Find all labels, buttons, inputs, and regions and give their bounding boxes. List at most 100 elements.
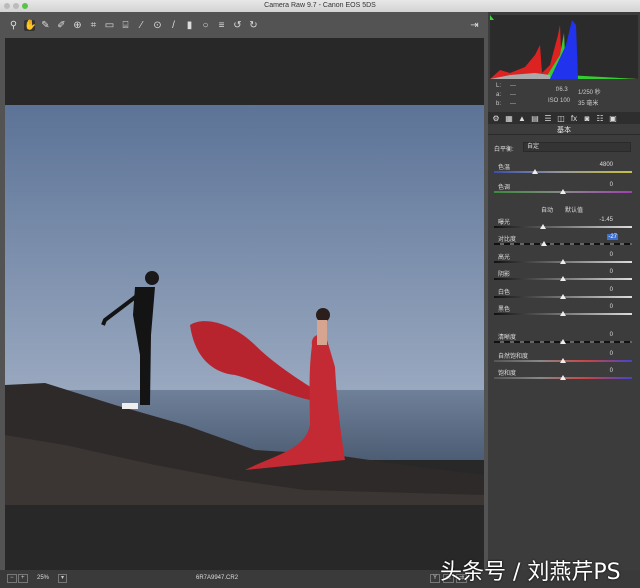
slider-value-input[interactable]: 0	[610, 368, 613, 374]
slider-10: 饱和度 0	[488, 368, 640, 386]
color-sampler-icon[interactable]: ✐	[56, 20, 67, 31]
slider-thumb[interactable]	[560, 294, 566, 299]
white-balance-select[interactable]: 自定	[523, 142, 631, 152]
graduated-filter-icon[interactable]: ▮	[184, 20, 195, 31]
man-head	[145, 271, 159, 285]
slider-2: 曝光 -1.45	[488, 217, 640, 235]
panel-tab-3[interactable]: ▤	[530, 114, 540, 123]
zoom-level[interactable]: 25%	[37, 575, 49, 581]
slider-label: 黑色	[498, 307, 511, 313]
straighten-tool-icon[interactable]: ▭	[104, 20, 115, 31]
slider-label: 自然饱和度	[498, 354, 529, 360]
window-title: Camera Raw 9.7 - Canon EOS 5DS	[264, 2, 376, 9]
slider-thumb[interactable]	[560, 358, 566, 363]
slider-thumb[interactable]	[539, 224, 546, 229]
panel-tabs: ⚙ ▦ ▲ ▤ ☰ ◫ fx ◙ ☷ ▣	[488, 112, 640, 124]
red-eye-icon[interactable]: ⊙	[152, 20, 163, 31]
toolbar: ⚲ ✋ ✎ ✐ ⊕ ⌗ ▭ ⌸ ⁄ ⊙ / ▮ ○ ≡ ↺ ↻ ⇥	[0, 12, 488, 38]
adjustment-brush-icon[interactable]: /	[168, 20, 179, 31]
filename: 6R7A9947.CR2	[196, 575, 239, 581]
slider-track[interactable]	[494, 226, 632, 228]
slider-thumb[interactable]	[560, 276, 566, 281]
slider-label: 高光	[498, 255, 511, 261]
slider-thumb[interactable]	[560, 339, 566, 344]
close-button[interactable]	[4, 3, 10, 9]
zoom-out-button[interactable]: −	[7, 574, 17, 583]
right-panel: L: --- a: --- b: --- f/6.3 1/250 秒 ISO 100 35…	[488, 12, 640, 570]
slider-thumb[interactable]	[560, 375, 566, 380]
title-bar: Camera Raw 9.7 - Canon EOS 5DS	[0, 0, 640, 12]
slider-0: 色温 4800	[488, 162, 640, 180]
slider-5: 阴影 0	[488, 269, 640, 287]
slider-4: 高光 0	[488, 252, 640, 270]
slider-1: 色调 0	[488, 182, 640, 200]
panel-tab-0[interactable]: ⚙	[491, 114, 501, 123]
info-readout: L: --- a: --- b: --- f/6.3 1/250 秒 ISO 100 35…	[496, 83, 601, 107]
slider-value-input[interactable]: 0	[610, 269, 613, 275]
panel-tab-4[interactable]: ☰	[543, 114, 553, 123]
minimize-button[interactable]	[13, 3, 19, 9]
slider-value-input[interactable]: 0	[610, 304, 613, 310]
panel-tab-6[interactable]: fx	[569, 114, 579, 123]
slider-label: 阴影	[498, 272, 511, 278]
zoom-button[interactable]	[22, 3, 28, 9]
slider-label: 色温	[498, 165, 511, 171]
section-title: 基本	[488, 125, 640, 135]
slider-label: 色调	[498, 185, 511, 191]
image-preview[interactable]	[5, 38, 484, 570]
auto-button[interactable]: 自动	[541, 205, 553, 214]
radial-filter-icon[interactable]: ○	[200, 20, 211, 31]
slider-9: 自然饱和度 0	[488, 351, 640, 369]
white-balance-label: 白平衡:	[494, 147, 514, 153]
slider-thumb[interactable]	[532, 169, 539, 174]
panel-tab-8[interactable]: ☷	[595, 114, 605, 123]
slider-label: 饱和度	[498, 371, 517, 377]
woman-head	[316, 308, 330, 322]
default-button[interactable]: 默认值	[565, 205, 583, 214]
zoom-dropdown[interactable]: ▾	[58, 574, 68, 583]
slider-label: 清晰度	[498, 335, 517, 341]
histogram	[490, 15, 638, 79]
spot-removal-icon[interactable]: ⁄	[136, 20, 147, 31]
crop-tool-icon[interactable]: ⌗	[88, 20, 99, 31]
hand-tool-icon[interactable]: ✋	[24, 19, 36, 31]
slider-value-input[interactable]: 0	[610, 287, 613, 293]
zoom-tool-icon[interactable]: ⚲	[8, 20, 19, 31]
slider-label: 曝光	[498, 220, 511, 226]
slider-value-input[interactable]: 0	[610, 351, 613, 357]
panel-tab-1[interactable]: ▦	[504, 114, 514, 123]
slider-thumb[interactable]	[560, 259, 566, 264]
slider-value-input[interactable]: -27	[607, 234, 618, 240]
slider-label: 对比度	[498, 237, 517, 243]
shadow-clip-icon	[490, 15, 494, 20]
slider-track[interactable]	[494, 171, 632, 173]
transform-tool-icon[interactable]: ⌸	[120, 20, 131, 31]
panel-tab-9[interactable]: ▣	[608, 114, 618, 123]
panel-tab-7[interactable]: ◙	[582, 114, 592, 123]
slider-8: 清晰度 0	[488, 332, 640, 350]
targeted-adjustment-icon[interactable]: ⊕	[72, 20, 83, 31]
slider-value-input[interactable]: -1.45	[599, 217, 613, 223]
open-preferences-exit-icon[interactable]: ⇥	[469, 20, 480, 31]
panel-tab-5[interactable]: ◫	[556, 114, 566, 123]
watermark: 头条号 / 刘燕芹PS	[440, 560, 621, 585]
slider-label: 白色	[498, 290, 511, 296]
zoom-in-button[interactable]: +	[18, 574, 28, 583]
slider-6: 白色 0	[488, 287, 640, 305]
panel-tab-2[interactable]: ▲	[517, 114, 527, 123]
slider-value-input[interactable]: 4800	[600, 162, 613, 168]
slider-thumb[interactable]	[560, 311, 566, 316]
slider-thumb[interactable]	[560, 189, 566, 194]
slider-value-input[interactable]: 0	[610, 252, 613, 258]
slider-track[interactable]	[494, 243, 632, 245]
slider-value-input[interactable]: 0	[610, 332, 613, 338]
white-balance-tool-icon[interactable]: ✎	[40, 20, 51, 31]
preferences-icon[interactable]: ≡	[216, 20, 227, 31]
photo	[5, 105, 484, 505]
rotate-right-icon[interactable]: ↻	[248, 20, 259, 31]
slider-thumb[interactable]	[541, 241, 548, 246]
rotate-left-icon[interactable]: ↺	[232, 20, 243, 31]
slider-value-input[interactable]: 0	[610, 182, 613, 188]
compare-button[interactable]: Y	[430, 574, 441, 583]
slider-7: 黑色 0	[488, 304, 640, 322]
